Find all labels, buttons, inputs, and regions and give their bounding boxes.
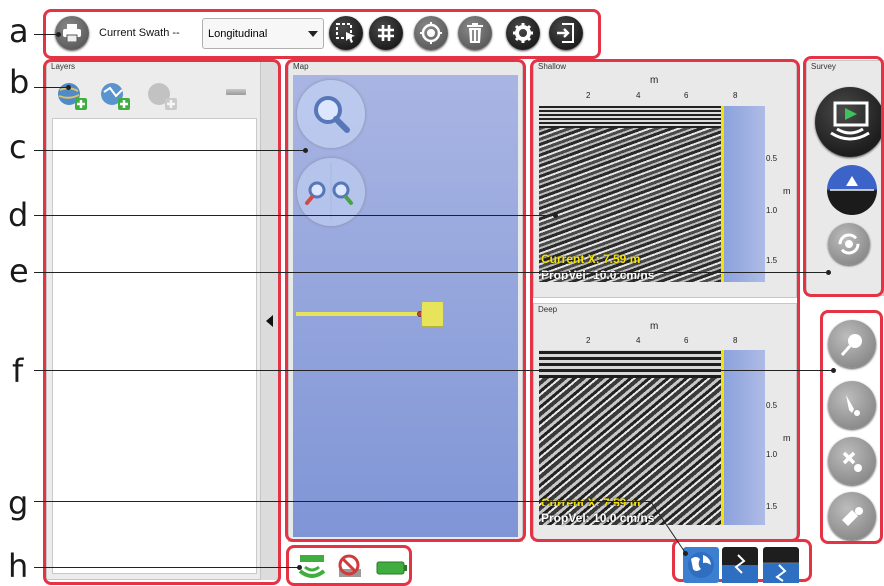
locate-button[interactable] [414, 16, 448, 50]
callout-f: f [12, 352, 24, 390]
app-window: a b c d e f g h Current Swath -- Longitu… [0, 0, 884, 586]
single-radar-view-button[interactable] [722, 547, 758, 583]
dual-radar-icon [763, 562, 799, 583]
swath-select-value: Longitudinal [208, 27, 268, 40]
exit-door-icon [557, 23, 574, 43]
chevron-down-icon [308, 31, 318, 37]
leader-dot-e [826, 270, 831, 275]
map-highlight [285, 59, 526, 542]
gear-icon [513, 23, 533, 43]
callout-a: a [9, 12, 29, 50]
leader-dot-g [683, 551, 688, 556]
leader-line-b [34, 87, 68, 88]
callout-b: b [9, 63, 30, 101]
settings-button[interactable] [506, 16, 540, 50]
callout-h: h [8, 547, 29, 585]
map-view-button[interactable] [683, 547, 719, 583]
select-area-button[interactable] [329, 16, 363, 50]
leader-dot-d [553, 213, 558, 218]
leader-dot-c [303, 148, 308, 153]
grid-icon [378, 25, 394, 41]
callout-c: c [9, 128, 27, 166]
leader-dot-a [56, 32, 61, 37]
globe-icon [688, 552, 714, 578]
printer-icon [63, 24, 81, 42]
callout-e: e [9, 252, 29, 290]
swath-label: Current Swath -- [99, 27, 180, 39]
delete-button[interactable] [458, 16, 492, 50]
leader-line-e [34, 272, 828, 273]
dual-radar-view-button[interactable] [763, 547, 799, 583]
target-icon [420, 22, 442, 44]
swath-select[interactable]: Longitudinal [202, 18, 324, 49]
survey-highlight [803, 56, 884, 297]
callout-d: d [8, 196, 29, 234]
radar-view-icon [722, 554, 758, 583]
selection-cursor-icon [336, 23, 355, 43]
marker-tools-highlight [820, 310, 883, 544]
leader-line-h [34, 567, 299, 568]
callout-g: g [8, 484, 29, 522]
leader-line-d [34, 215, 555, 216]
leader-line-g [34, 501, 652, 502]
layers-highlight [43, 59, 281, 585]
exit-button[interactable] [549, 16, 583, 50]
leader-line-a [34, 34, 58, 35]
status-highlight [286, 545, 412, 586]
radar-highlight [530, 59, 800, 542]
leader-dot-f [831, 368, 836, 373]
leader-line-f [34, 370, 833, 371]
trash-icon [467, 23, 483, 43]
leader-line-c [34, 150, 305, 151]
leader-dot-h [297, 565, 302, 570]
grid-button[interactable] [369, 16, 403, 50]
leader-dot-b [66, 85, 71, 90]
